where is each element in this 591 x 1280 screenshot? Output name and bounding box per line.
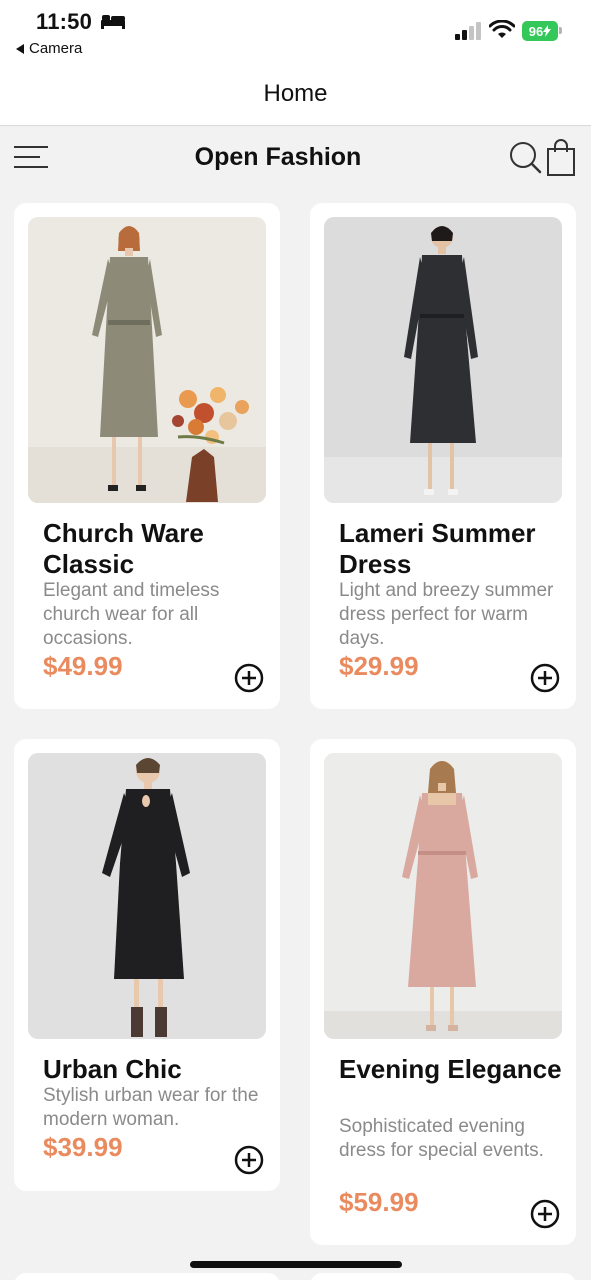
back-app-label: Camera <box>29 40 83 57</box>
product-price: $39.99 <box>43 1132 123 1162</box>
shopping-bag-icon[interactable] <box>544 137 578 177</box>
add-circle-icon[interactable] <box>233 662 265 694</box>
product-description: Sophisticated evening dress for special … <box>339 1116 544 1161</box>
product-card-partial[interactable] <box>14 1273 280 1280</box>
product-description: Light and breezy summer dress perfect fo… <box>339 580 554 649</box>
product-image[interactable] <box>28 217 266 503</box>
wifi-icon <box>489 20 515 38</box>
home-indicator[interactable] <box>190 1261 402 1268</box>
back-to-camera-link[interactable]: Camera <box>16 40 82 57</box>
product-image[interactable] <box>324 217 562 503</box>
cellular-signal-icon <box>455 22 481 40</box>
product-card[interactable]: Church Ware Classic Elegant and timeless… <box>14 203 280 709</box>
nav-title: Home <box>263 80 328 107</box>
sleep-focus-icon <box>101 15 125 29</box>
add-circle-icon[interactable] <box>233 1144 265 1176</box>
product-description: Stylish urban wear for the modern woman. <box>43 1085 259 1130</box>
charging-bolt-icon <box>543 25 552 37</box>
product-image[interactable] <box>324 753 562 1039</box>
back-arrow-icon <box>16 43 24 54</box>
status-time: 11:50 <box>36 9 93 34</box>
search-icon[interactable] <box>507 139 543 175</box>
product-price: $29.99 <box>339 651 419 681</box>
battery-level: 96 <box>528 23 544 39</box>
app-header: Open Fashion <box>0 127 591 189</box>
status-bar: 11:50 Camera 96 <box>0 0 591 64</box>
product-price: $49.99 <box>43 651 123 681</box>
product-card[interactable]: Evening Elegance Sophisticated evening d… <box>310 739 576 1245</box>
product-card[interactable]: Lameri Summer Dress Light and breezy sum… <box>310 203 576 709</box>
product-title: Lameri Summer Dress <box>339 518 536 579</box>
product-title: Urban Chic <box>43 1054 182 1084</box>
product-title: Church Ware Classic <box>43 518 204 579</box>
product-title: Evening Elegance <box>339 1054 562 1084</box>
product-description: Elegant and timeless church wear for all… <box>43 580 220 649</box>
add-circle-icon[interactable] <box>529 662 561 694</box>
battery-cap <box>559 27 562 34</box>
battery-indicator: 96 <box>522 21 558 41</box>
product-price: $59.99 <box>339 1187 419 1217</box>
product-card[interactable]: Urban Chic Stylish urban wear for the mo… <box>14 739 280 1191</box>
navigation-bar: Home <box>0 64 591 126</box>
product-image[interactable] <box>28 753 266 1039</box>
product-card-partial[interactable] <box>310 1273 576 1280</box>
brand-title: Open Fashion <box>194 143 362 171</box>
add-circle-icon[interactable] <box>529 1198 561 1230</box>
